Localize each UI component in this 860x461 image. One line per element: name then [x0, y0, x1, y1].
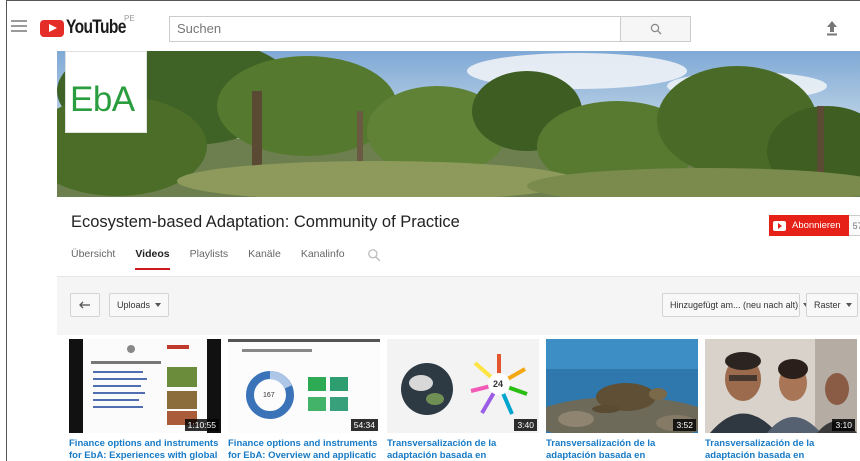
- chevron-down-icon: [845, 303, 852, 307]
- search-icon: [650, 23, 661, 35]
- video-title[interactable]: Transversalización de la adaptación basa…: [705, 438, 857, 461]
- video-thumbnail[interactable]: 3:52: [546, 339, 698, 433]
- sort-label: Hinzugefügt am... (neu nach alt): [670, 300, 799, 310]
- channel-tabs: Übersicht Videos Playlists Kanäle Kanali…: [71, 248, 381, 276]
- video-card[interactable]: 3:10 Transversalización de la adaptación…: [705, 339, 857, 461]
- tab-videos[interactable]: Videos: [135, 248, 170, 270]
- video-thumbnail[interactable]: 1:10:55: [69, 339, 221, 433]
- tab-kanaele[interactable]: Kanäle: [248, 248, 281, 268]
- subscribe-label: Abonnieren: [792, 220, 841, 231]
- region-code: PE: [124, 14, 135, 23]
- tab-uebersicht[interactable]: Übersicht: [71, 248, 115, 268]
- arrow-left-icon: [79, 301, 90, 309]
- tab-kanalinfo[interactable]: Kanalinfo: [301, 248, 345, 268]
- video-title[interactable]: Transversalización de la adaptación basa…: [546, 438, 698, 461]
- uploads-dropdown[interactable]: Uploads: [109, 293, 170, 317]
- video-duration: 54:34: [350, 419, 378, 431]
- video-thumbnail[interactable]: 3:10: [705, 339, 857, 433]
- subscriber-count: 57: [848, 215, 860, 236]
- upload-icon[interactable]: [823, 18, 841, 38]
- uploads-label: Uploads: [117, 300, 151, 310]
- chevron-down-icon: [155, 303, 162, 307]
- video-title[interactable]: Finance options and instruments for EbA:…: [69, 438, 221, 461]
- youtube-logo[interactable]: YouTube PE: [40, 14, 139, 38]
- back-button[interactable]: [70, 293, 100, 317]
- video-card[interactable]: 3:52 Transversalización de la adaptación…: [546, 339, 698, 461]
- banner-forest-image: [57, 51, 860, 197]
- video-title[interactable]: Finance options and instruments for EbA:…: [228, 438, 380, 461]
- video-thumbnail[interactable]: 24 3:40: [387, 339, 539, 433]
- video-grid: 1:10:55 Finance options and instruments …: [67, 339, 860, 461]
- logo-wordmark: YouTube: [66, 17, 126, 38]
- video-card[interactable]: 1:10:55 Finance options and instruments …: [69, 339, 221, 461]
- video-duration: 3:10: [832, 419, 855, 431]
- video-duration: 3:40: [514, 419, 537, 431]
- youtube-play-icon: [773, 220, 786, 231]
- channel-avatar[interactable]: EbA: [65, 51, 147, 133]
- channel-title[interactable]: Ecosystem-based Adaptation: Community of…: [71, 213, 460, 232]
- filter-bar: Uploads Hinzugefügt am... (neu nach alt)…: [57, 277, 860, 335]
- video-title[interactable]: Transversalización de la adaptación basa…: [387, 438, 539, 461]
- video-duration: 1:10:55: [184, 419, 219, 431]
- video-duration: 3:52: [673, 419, 696, 431]
- channel-banner: [57, 51, 860, 197]
- search-button[interactable]: [621, 16, 691, 42]
- play-logo-icon: [40, 19, 64, 37]
- tab-playlists[interactable]: Playlists: [190, 248, 229, 268]
- avatar-text: EbA: [70, 80, 135, 119]
- youtube-channel-page: YouTube PE Suchen EbA Ecosystem-based Ad…: [6, 0, 860, 461]
- video-thumbnail[interactable]: 167 54:34: [228, 339, 380, 433]
- sort-dropdown[interactable]: Hinzugefügt am... (neu nach alt): [662, 293, 810, 317]
- view-label: Raster: [814, 300, 841, 310]
- video-card[interactable]: 24 3:40 Transversalización de la adaptac…: [387, 339, 539, 461]
- menu-icon[interactable]: [11, 20, 27, 32]
- video-card[interactable]: 167 54:34 Finance options and instrument…: [228, 339, 380, 461]
- svg-text:24: 24: [493, 379, 503, 389]
- subscribe-button[interactable]: Abonnieren 57: [769, 215, 860, 236]
- channel-search-icon[interactable]: [367, 248, 381, 262]
- search-input[interactable]: Suchen: [169, 16, 621, 42]
- svg-text:167: 167: [263, 392, 275, 399]
- view-dropdown[interactable]: Raster: [806, 293, 858, 317]
- masthead: YouTube PE Suchen: [7, 1, 860, 51]
